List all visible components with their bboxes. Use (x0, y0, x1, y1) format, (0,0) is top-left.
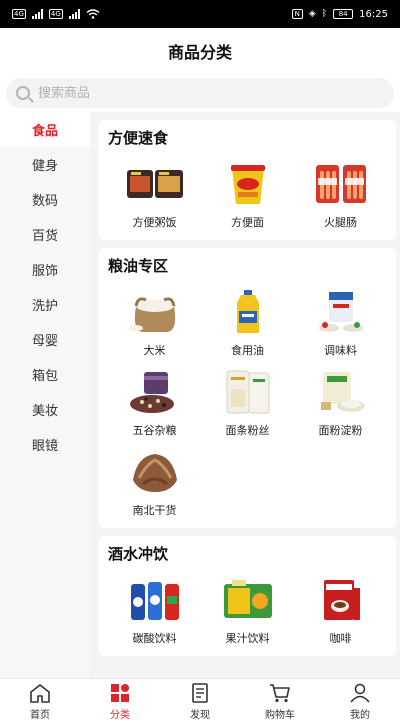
noodles-image (218, 368, 278, 416)
search-bar (0, 74, 400, 112)
sidebar-item-fitness[interactable]: 健身 (0, 147, 90, 182)
category-item[interactable]: 面条粉丝 (201, 358, 294, 438)
category-item-label: 方便面 (231, 216, 264, 229)
category-item-label: 咖啡 (329, 632, 352, 645)
bluetooth-icon: ᛒ (321, 9, 328, 19)
coffee-image (311, 576, 371, 624)
tab-profile[interactable]: 我的 (320, 679, 400, 724)
category-item[interactable]: 面粉淀粉 (294, 358, 387, 438)
tab-category[interactable]: 分类 (80, 679, 160, 724)
category-item[interactable]: 碳酸饮料 (108, 566, 201, 646)
instant-rice-image (125, 160, 185, 208)
cooking-oil-image (218, 288, 278, 336)
sidebar-item-toiletries[interactable]: 洗护 (0, 287, 90, 322)
section-instant-food: 方便速食 方便粥饭 方便面 火腿肠 (98, 120, 396, 240)
tab-home[interactable]: 首页 (0, 679, 80, 724)
search-icon (16, 86, 30, 100)
category-item-label: 火腿肠 (324, 216, 357, 229)
sidebar-item-general[interactable]: 百货 (0, 217, 90, 252)
category-item[interactable]: 果汁饮料 (201, 566, 294, 646)
sidebar-item-apparel[interactable]: 服饰 (0, 252, 90, 287)
sidebar-item-bags[interactable]: 箱包 (0, 357, 90, 392)
ham-sausage-image (311, 160, 371, 208)
page-title-bar: 商品分类 (0, 28, 400, 74)
category-item[interactable]: 方便面 (201, 150, 294, 230)
section-title: 方便速食 (108, 129, 169, 147)
flour-image (311, 368, 371, 416)
nfc-icon: N (291, 9, 303, 19)
wifi-icon (86, 9, 100, 19)
dried-goods-image (125, 448, 185, 496)
category-sidebar: 食品 健身 数码 百货 服饰 洗护 母婴 箱包 美妆 眼镜 (0, 112, 90, 678)
category-item-label: 食用油 (231, 344, 264, 357)
category-item-label: 大米 (143, 344, 166, 357)
category-item[interactable]: 食用油 (201, 278, 294, 358)
tab-cart[interactable]: 购物车 (240, 679, 320, 724)
category-item-label: 方便粥饭 (132, 216, 177, 229)
discover-icon (192, 682, 208, 703)
bottom-tab-bar: 首页 分类 发现 购物车 我的 (0, 678, 400, 724)
tab-label: 发现 (190, 709, 210, 721)
category-item-label: 调味料 (324, 344, 357, 357)
soda-image (125, 576, 185, 624)
category-item[interactable]: 火腿肠 (294, 150, 387, 230)
rice-image (125, 288, 185, 336)
tab-label: 我的 (350, 709, 370, 721)
sidebar-item-baby[interactable]: 母婴 (0, 322, 90, 357)
sidebar-item-digital[interactable]: 数码 (0, 182, 90, 217)
signal-icon-2 (68, 9, 80, 19)
battery-icon: 84 (333, 9, 354, 19)
section-title: 酒水冲饮 (108, 545, 169, 563)
section-grain-oil: 粮油专区 大米 食用油 调味料 五谷杂粮 面条粉丝 面粉淀粉 南北干货 (98, 248, 396, 528)
tab-label: 分类 (110, 709, 130, 721)
category-icon (111, 683, 129, 702)
sidebar-item-food[interactable]: 食品 (0, 112, 90, 147)
category-item[interactable]: 大米 (108, 278, 201, 358)
category-item[interactable]: 咖啡 (294, 566, 387, 646)
juice-image (218, 576, 278, 624)
signal-icon (31, 9, 43, 19)
category-item-label: 面粉淀粉 (318, 424, 363, 437)
category-item-label: 五谷杂粮 (132, 424, 177, 437)
vibrate-icon: ◈ (308, 9, 316, 19)
grains-image (125, 368, 185, 416)
category-item[interactable]: 五谷杂粮 (108, 358, 201, 438)
profile-icon (350, 683, 370, 703)
category-item[interactable]: 南北干货 (108, 438, 201, 518)
section-drinks: 酒水冲饮 碳酸饮料 果汁饮料 咖啡 (98, 536, 396, 656)
category-content: 方便速食 方便粥饭 方便面 火腿肠 粮油专区 大米 食用油 调味料 五谷杂粮 面… (98, 112, 396, 678)
category-item-label: 果汁饮料 (225, 632, 270, 645)
status-bar: 4G 4G N ◈ ᛒ 84 16:25 (0, 0, 400, 28)
category-item[interactable]: 方便粥饭 (108, 150, 201, 230)
section-title: 粮油专区 (108, 257, 169, 275)
page-title: 商品分类 (167, 43, 232, 62)
category-item-label: 碳酸饮料 (132, 632, 177, 645)
cart-icon (270, 683, 290, 702)
seasoning-image (311, 288, 371, 336)
sim2-badge: 4G (48, 9, 63, 19)
category-item-label: 南北干货 (132, 504, 177, 517)
sidebar-item-glasses[interactable]: 眼镜 (0, 427, 90, 462)
instant-noodle-image (218, 160, 278, 208)
status-time: 16:25 (359, 8, 388, 20)
category-item-label: 面条粉丝 (225, 424, 270, 437)
status-right: N ◈ ᛒ 84 16:25 (291, 8, 388, 20)
sidebar-item-beauty[interactable]: 美妆 (0, 392, 90, 427)
home-icon (30, 683, 50, 703)
tab-label: 首页 (30, 709, 50, 721)
search-box[interactable] (6, 78, 394, 108)
tab-label: 购物车 (265, 709, 295, 721)
search-input[interactable] (38, 85, 338, 101)
tab-discover[interactable]: 发现 (160, 679, 240, 724)
sim1-badge: 4G (12, 9, 26, 19)
status-left: 4G 4G (12, 9, 100, 19)
category-item[interactable]: 调味料 (294, 278, 387, 358)
